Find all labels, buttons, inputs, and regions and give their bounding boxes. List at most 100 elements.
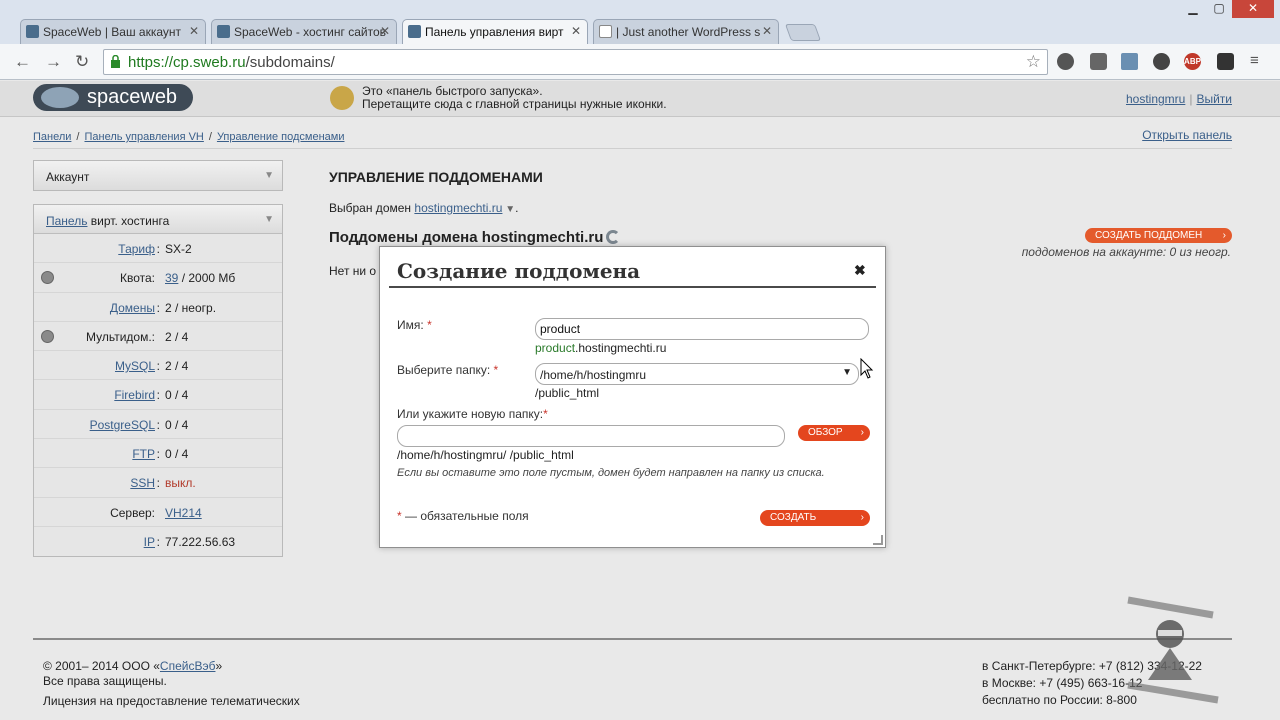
new-tab-button[interactable] — [784, 24, 822, 41]
stat-row: Firebird:0 / 4 — [34, 380, 282, 410]
stat-label[interactable]: PostgreSQL — [90, 418, 155, 432]
tab-wordpress[interactable]: | Just another WordPress s ✕ — [593, 19, 779, 44]
tab-close-icon[interactable]: ✕ — [189, 24, 199, 38]
stat-row: SSH: выкл. — [34, 468, 282, 498]
tab-title: Панель управления вирт — [425, 25, 564, 39]
open-panel-link[interactable]: Открыть панель — [1142, 128, 1232, 142]
breadcrumb-subdomains[interactable]: Управление подсменами — [217, 131, 345, 143]
site-header: spaceweb Это «панель быстрого запуска». … — [0, 81, 1280, 117]
puzzle-icon[interactable] — [1090, 53, 1107, 70]
resize-grip-icon[interactable] — [873, 535, 883, 545]
quick-launch-text: Это «панель быстрого запуска». Перетащит… — [362, 84, 667, 111]
close-icon[interactable]: ✖ — [854, 262, 866, 279]
stat-value: 0 / 4 — [165, 447, 189, 462]
stat-row: Домены:2 / неогр. — [34, 293, 282, 322]
chevron-right-icon: › — [1222, 230, 1226, 241]
dropdown-arrow-icon: ▼ — [264, 170, 274, 181]
full-domain-preview: product.hostingmechti.ru — [535, 341, 667, 355]
folder-suffix: /public_html — [535, 386, 600, 400]
stat-label[interactable]: Домены — [110, 301, 155, 315]
chevron-down-icon[interactable]: ▼ — [502, 204, 515, 215]
window-controls: ▁ ▢ ✕ — [1180, 0, 1274, 18]
tab-spaceweb-account[interactable]: SpaceWeb | Ваш аккаунт ✕ — [20, 19, 206, 44]
stat-label: Мультидом.: — [86, 329, 155, 344]
stat-label[interactable]: IP — [144, 535, 155, 549]
required-fields-note: * — обязательные поля — [397, 509, 529, 523]
hosting-panel-header[interactable]: Панель вирт. хостинга ▼ — [34, 205, 282, 234]
spaceweb-favicon — [217, 25, 230, 38]
folder-select[interactable]: /home/h/hostingmru ▼ — [535, 363, 859, 385]
ring-icon[interactable] — [1153, 53, 1170, 70]
browser-tab-bar: SpaceWeb | Ваш аккаунт ✕ SpaceWeb - хост… — [0, 0, 1280, 44]
owl-icon[interactable] — [1217, 53, 1234, 70]
back-arrow-icon[interactable]: ← — [14, 52, 31, 72]
tab-close-icon[interactable]: ✕ — [571, 24, 581, 38]
breadcrumb-panels[interactable]: Панели — [33, 131, 71, 143]
stat-label[interactable]: Firebird — [114, 388, 155, 402]
clock-icon[interactable] — [1057, 53, 1074, 70]
account-dropdown[interactable]: Аккаунт ▼ — [34, 161, 282, 190]
stat-value: 2 / 4 — [165, 359, 189, 374]
create-subdomain-dialog: Создание поддомена ✖ Имя: * product.host… — [379, 246, 886, 548]
tab-close-icon[interactable]: ✕ — [762, 24, 772, 38]
account-box: Аккаунт ▼ — [33, 160, 283, 191]
server-link[interactable]: VH214 — [165, 506, 202, 520]
license-text: Лицензия на предоставление телематически… — [43, 694, 300, 708]
address-bar[interactable]: https://cp.sweb.ru/subdomains/ ☆ — [103, 49, 1048, 75]
reload-icon[interactable]: ↻ — [75, 52, 89, 72]
tab-control-panel[interactable]: Панель управления вирт ✕ — [402, 19, 588, 44]
user-links: hostingmru | Выйти — [1126, 92, 1232, 106]
folder-icon[interactable] — [1121, 53, 1138, 70]
tab-title: SpaceWeb | Ваш аккаунт — [43, 25, 182, 39]
url-text: https://cp.sweb.ru/subdomains/ — [128, 54, 335, 71]
stat-value: 2 / 4 — [165, 329, 189, 344]
menu-icon[interactable]: ≡ — [1250, 52, 1259, 69]
no-subdomains-text: Нет ни о — [329, 264, 377, 278]
stat-label[interactable]: SSH — [130, 476, 155, 490]
adblock-icon[interactable]: ABP — [1184, 53, 1201, 70]
footer-divider — [33, 638, 1232, 640]
refresh-icon[interactable] — [606, 230, 621, 244]
help-icon[interactable] — [41, 329, 54, 343]
stat-label[interactable]: MySQL — [115, 359, 155, 373]
page-title: УПРАВЛЕНИЕ ПОДДОМЕНАМИ — [329, 169, 543, 185]
quota-used-link[interactable]: 39 — [165, 271, 178, 285]
new-folder-input[interactable] — [397, 425, 785, 447]
stat-label[interactable]: FTP — [132, 447, 155, 461]
stat-value: 77.222.56.63 — [165, 534, 236, 549]
divider — [33, 148, 1232, 149]
tab-close-icon[interactable]: ✕ — [380, 24, 390, 38]
breadcrumb: Панели / Панель управления VH / Управление п… — [33, 131, 345, 143]
create-button[interactable]: СОЗДАТЬ › — [760, 510, 870, 526]
lock-icon — [111, 55, 120, 68]
close-window-icon[interactable]: ✕ — [1232, 0, 1274, 18]
logout-link[interactable]: Выйти — [1196, 92, 1232, 106]
username-link[interactable]: hostingmru — [1126, 92, 1185, 106]
bookmark-star-icon[interactable]: ☆ — [1026, 52, 1041, 72]
minimize-icon[interactable]: ▁ — [1180, 0, 1206, 18]
new-folder-preview: /home/h/hostingmru/ /public_html — [397, 448, 574, 462]
folder-label: Выберите папку: * — [397, 363, 499, 377]
panel-link[interactable]: Панель — [46, 214, 87, 228]
forward-arrow-icon[interactable]: → — [45, 52, 62, 72]
browse-button[interactable]: ОБЗОР › — [798, 425, 870, 441]
chevron-right-icon: › — [860, 512, 864, 523]
subdomain-name-input[interactable] — [535, 318, 869, 340]
help-icon[interactable] — [41, 271, 54, 285]
spider-logo-icon — [41, 87, 79, 108]
company-link[interactable]: СпейсВэб — [160, 659, 216, 673]
tab-spaceweb-hosting[interactable]: SpaceWeb - хостинг сайтов ✕ — [211, 19, 397, 44]
subdomains-heading: Поддомены домена hostingmechti.ru — [329, 229, 621, 246]
stat-label[interactable]: Тариф — [118, 242, 155, 256]
chosen-domain: Выбран домен hostingmechti.ru ▼. — [329, 201, 519, 215]
domain-selector[interactable]: hostingmechti.ru — [414, 201, 502, 215]
maximize-icon[interactable]: ▢ — [1206, 0, 1232, 18]
spaceweb-logo[interactable]: spaceweb — [33, 84, 193, 111]
breadcrumb-vh-panel[interactable]: Панель управления VH — [84, 131, 203, 143]
spaceweb-favicon — [26, 25, 39, 38]
dropdown-arrow-icon: ▼ — [264, 214, 274, 225]
divider — [389, 286, 876, 288]
copyright: © 2001– 2014 ООО «СпейсВэб» — [43, 659, 223, 673]
ninja-watermark-icon — [1127, 596, 1219, 704]
create-subdomain-button[interactable]: СОЗДАТЬ ПОДДОМЕН › — [1085, 228, 1232, 243]
